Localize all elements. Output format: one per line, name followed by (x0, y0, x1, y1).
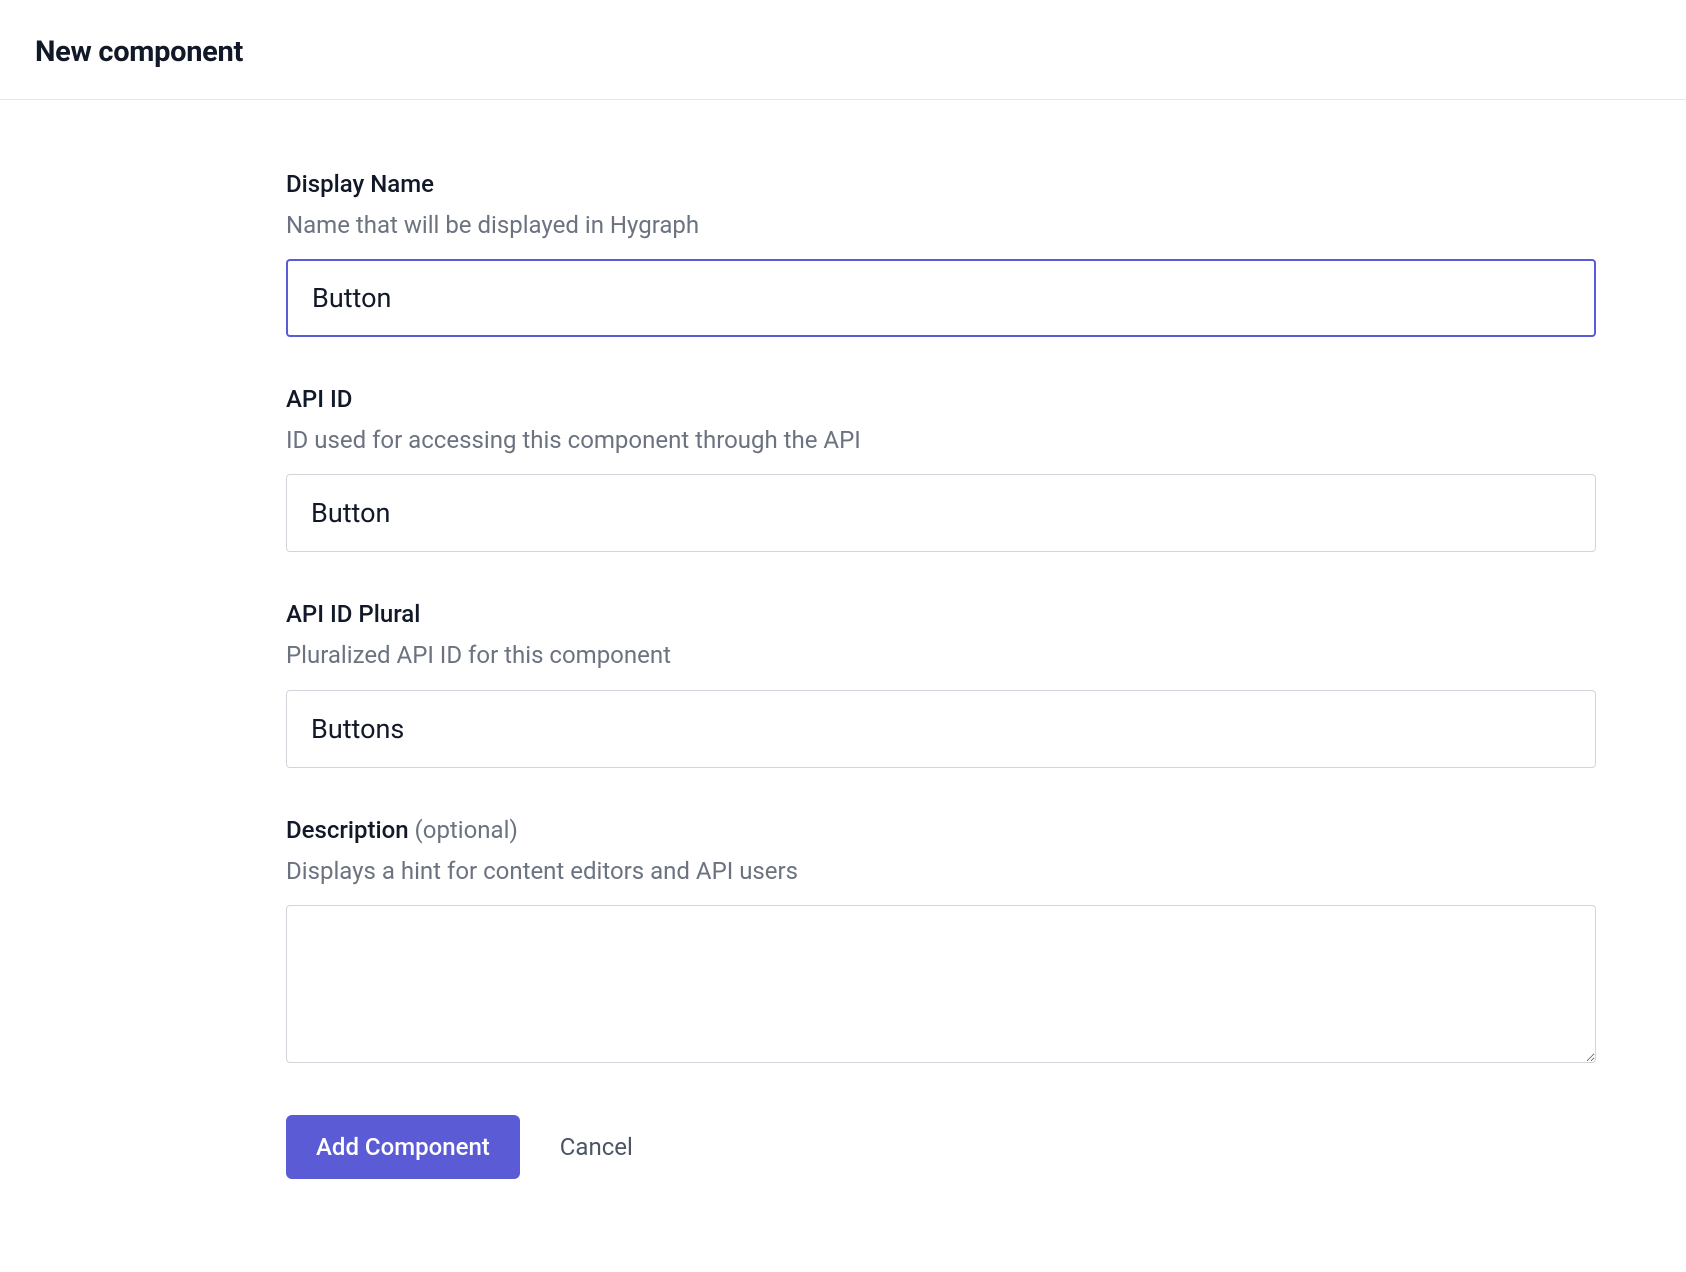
api-id-group: API ID ID used for accessing this compon… (286, 385, 1596, 552)
description-input[interactable] (286, 905, 1596, 1063)
api-id-plural-input[interactable] (286, 690, 1596, 768)
display-name-label: Display Name (286, 170, 1596, 198)
display-name-input[interactable] (286, 259, 1596, 337)
description-hint: Displays a hint for content editors and … (286, 856, 1596, 887)
description-optional-text: (optional) (415, 816, 518, 844)
description-group: Description (optional) Displays a hint f… (286, 816, 1596, 1067)
description-label: Description (optional) (286, 816, 1596, 844)
api-id-input[interactable] (286, 474, 1596, 552)
page-header: New component (0, 0, 1686, 100)
display-name-group: Display Name Name that will be displayed… (286, 170, 1596, 337)
api-id-hint: ID used for accessing this component thr… (286, 425, 1596, 456)
description-label-text: Description (286, 816, 409, 844)
cancel-button[interactable]: Cancel (550, 1115, 643, 1179)
api-id-plural-group: API ID Plural Pluralized API ID for this… (286, 600, 1596, 767)
form-container: Display Name Name that will be displayed… (286, 100, 1596, 1179)
api-id-plural-hint: Pluralized API ID for this component (286, 640, 1596, 671)
add-component-button[interactable]: Add Component (286, 1115, 520, 1179)
display-name-hint: Name that will be displayed in Hygraph (286, 210, 1596, 241)
action-buttons: Add Component Cancel (286, 1115, 1596, 1179)
api-id-label: API ID (286, 385, 1596, 413)
api-id-plural-label: API ID Plural (286, 600, 1596, 628)
page-title: New component (35, 35, 1651, 69)
